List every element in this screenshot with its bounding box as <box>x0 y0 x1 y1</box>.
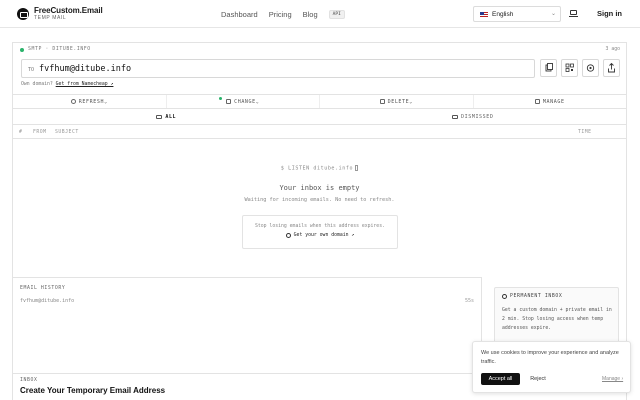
empty-state: $ LISTEN ditube.info Your inbox is empty… <box>13 165 626 203</box>
email-address[interactable]: fvfhum@ditube.info <box>39 64 131 74</box>
reject-button[interactable]: Reject <box>526 373 550 385</box>
manage-button[interactable]: MANAGE <box>474 95 627 108</box>
edit-icon <box>226 99 232 104</box>
accept-all-button[interactable]: Accept all <box>481 373 520 385</box>
inbox-tabs: ALL DISMISSED <box>13 110 626 125</box>
delete-label: DELETE <box>387 98 410 105</box>
brand[interactable]: FreeCustom.Email TEMP MAIL <box>17 7 103 21</box>
share-icon <box>608 62 615 73</box>
chevron-down-icon: ⌄ <box>255 98 260 105</box>
inbox-label: INBOX <box>20 378 38 383</box>
terminal-cursor-icon <box>355 165 359 171</box>
change-button[interactable]: CHANGE ⌄ <box>167 95 320 108</box>
empty-title: Your inbox is empty <box>279 183 360 192</box>
copy-button[interactable] <box>540 59 557 77</box>
table-header: # FROM SUBJECT TIME <box>13 126 626 139</box>
tab-all[interactable]: ALL <box>13 110 320 124</box>
brand-title: FreeCustom.Email <box>34 6 103 15</box>
manage-cookies-link[interactable]: Manage › <box>602 376 623 382</box>
column-number: # <box>19 130 23 135</box>
get-domain-label: Get your own domain ↗ <box>293 233 355 238</box>
refresh-icon <box>70 99 76 104</box>
nav-link-blog[interactable]: Blog <box>303 10 318 19</box>
get-domain-link[interactable]: Get your own domain ↗ <box>243 233 397 238</box>
settings-icon <box>586 64 595 72</box>
namecheap-link[interactable]: Get from Namecheap ↗ <box>56 82 114 87</box>
smtp-status: SMTP · DITUBE.INFO <box>20 47 91 52</box>
nav-link-dashboard[interactable]: Dashboard <box>221 10 258 19</box>
permanent-title: PERMANENT INBOX <box>510 294 563 299</box>
status-dot-icon <box>20 47 24 52</box>
nav-links: Dashboard Pricing Blog API <box>221 10 345 19</box>
qr-code-icon <box>565 63 574 72</box>
copy-icon <box>545 63 553 72</box>
own-domain-row: Own domain? Get from Namecheap ↗ <box>21 82 113 87</box>
trash-icon <box>379 99 385 104</box>
chevron-down-icon: ⌄ <box>104 98 108 105</box>
laptop-icon[interactable] <box>569 9 578 18</box>
address-field[interactable]: TO fvfhum@ditube.info <box>21 59 535 78</box>
permanent-body: Get a custom domain + private email in 2… <box>502 308 612 331</box>
own-domain-prefix: Own domain? <box>21 82 53 87</box>
list-icon <box>534 99 540 104</box>
empty-subtitle: Waiting for incoming emails. No need to … <box>244 196 395 203</box>
change-indicator-dot <box>218 97 222 100</box>
inbox-icon <box>156 115 163 119</box>
delete-button[interactable]: DELETE ⌄ <box>320 95 474 108</box>
smtp-status-text: SMTP · DITUBE.INFO <box>28 47 91 52</box>
language-select[interactable]: English ⌄ <box>473 6 561 22</box>
tab-all-label: ALL <box>165 114 177 120</box>
change-label: CHANGE <box>234 98 256 105</box>
share-button[interactable] <box>603 59 620 77</box>
refresh-button[interactable]: REFRESH ⌄ <box>13 95 167 108</box>
domain-promo-card: Stop losing emails when this address exp… <box>242 215 398 249</box>
history-address[interactable]: fvfhum@ditube.info <box>20 298 74 304</box>
permanent-inbox-card[interactable]: PERMANENT INBOX Get a custom domain + pr… <box>494 287 619 347</box>
action-bar: REFRESH ⌄ CHANGE ⌄ DELETE ⌄ MANAGE <box>13 94 626 109</box>
permanent-title-row: PERMANENT INBOX <box>502 294 562 299</box>
mail-logo-icon <box>17 8 29 20</box>
chevron-down-icon: ⌄ <box>409 98 413 105</box>
updated-ago: 3 ago <box>605 47 620 52</box>
history-ago: 55s <box>464 298 474 304</box>
column-from: FROM <box>33 130 47 135</box>
cookie-text: We use cookies to improve your experienc… <box>481 350 619 365</box>
brand-subtitle: TEMP MAIL <box>34 15 67 21</box>
tab-dismissed-label: DISMISSED <box>461 114 494 120</box>
promo-text: Stop losing emails when this address exp… <box>255 224 385 229</box>
globe-icon <box>285 233 291 238</box>
email-history: EMAIL HISTORY fvfhum@ditube.info 55s <box>13 277 482 372</box>
archive-icon <box>452 115 458 119</box>
top-nav: FreeCustom.Email TEMP MAIL Dashboard Pri… <box>0 0 640 28</box>
chevron-down-icon: ⌄ <box>550 11 556 17</box>
listen-text: $ LISTEN ditube.info <box>280 165 354 172</box>
history-label: EMAIL HISTORY <box>20 286 66 291</box>
cookie-banner: We use cookies to improve your experienc… <box>472 341 631 393</box>
qr-code-button[interactable] <box>561 59 578 77</box>
refresh-label: REFRESH <box>78 98 105 105</box>
to-label: TO <box>28 67 35 73</box>
signin-button[interactable]: Sign in <box>597 9 622 18</box>
manage-label: MANAGE <box>542 98 565 105</box>
listen-line: $ LISTEN ditube.info <box>13 165 626 172</box>
column-time: TIME <box>578 130 592 135</box>
api-badge[interactable]: API <box>328 10 345 19</box>
settings-button[interactable] <box>582 59 599 77</box>
tab-dismissed[interactable]: DISMISSED <box>320 110 627 124</box>
inbox-title: Create Your Temporary Email Address <box>20 386 166 395</box>
globe-icon <box>502 294 507 299</box>
nav-link-pricing[interactable]: Pricing <box>269 10 292 19</box>
us-flag-icon <box>480 11 488 17</box>
column-subject: SUBJECT <box>55 130 79 135</box>
language-label: English <box>492 10 514 18</box>
